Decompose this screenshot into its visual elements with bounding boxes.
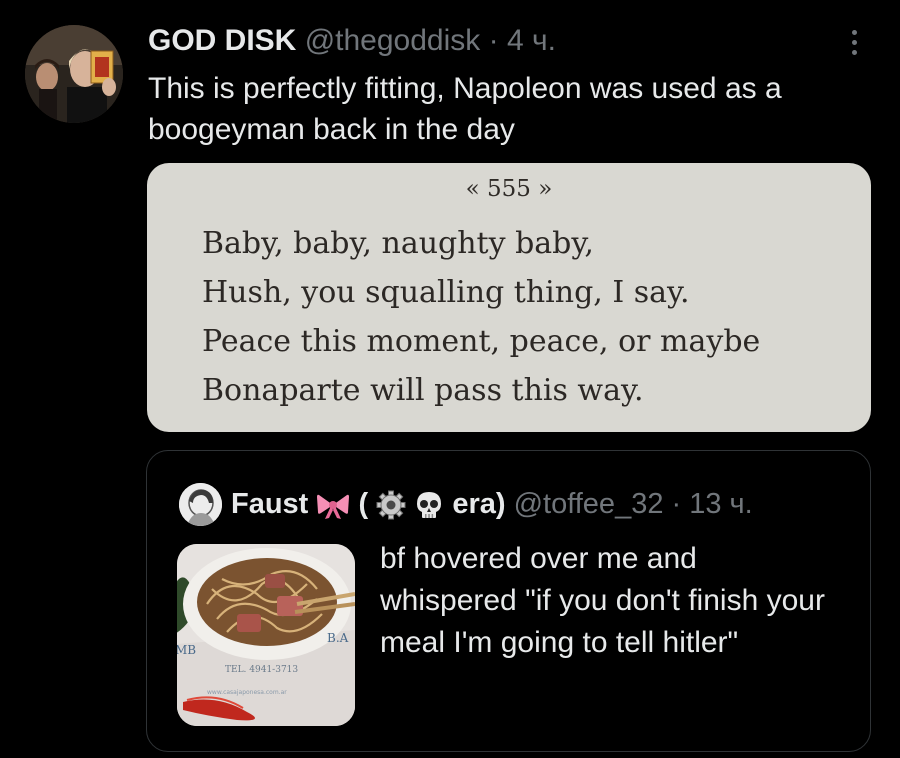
tweet-header: GOD DISK @thegoddisk · 4 ч. xyxy=(148,22,840,60)
tweet-text: This is perfectly fitting, Napoleon was … xyxy=(148,72,782,146)
poem-line: Hush, you squalling thing, I say. xyxy=(202,275,690,310)
thumb-url: www.casajaponesa.com.ar xyxy=(207,689,287,696)
quote-text: bf hovered over me and whispered "if you… xyxy=(380,542,825,659)
thumb-label-left: MB xyxy=(177,643,196,657)
author-handle[interactable]: @thegoddisk xyxy=(305,24,481,57)
noodle-bowl-photo: MB B.A TEL. 4941-3713 www.casajaponesa.c… xyxy=(177,544,355,726)
ribbon-icon xyxy=(317,495,350,520)
poem-line: Baby, baby, naughty baby, xyxy=(202,226,594,261)
quote-separator: · xyxy=(663,488,690,520)
quote-author-handle[interactable]: @toffee_32 xyxy=(514,488,664,520)
gear-icon xyxy=(376,490,406,520)
poem-line: Bonaparte will pass this way. xyxy=(202,373,644,408)
author-avatar[interactable] xyxy=(25,25,123,123)
page-number: « 555 » xyxy=(465,176,553,202)
thumb-label-right: B.A xyxy=(327,631,349,645)
avatar-photo-icon xyxy=(25,25,123,123)
tweet-time[interactable]: 4 ч. xyxy=(507,24,556,57)
more-options-icon[interactable] xyxy=(836,22,872,62)
quote-time[interactable]: 13 ч. xyxy=(689,488,752,520)
quote-media-thumbnail[interactable]: MB B.A TEL. 4941-3713 www.casajaponesa.c… xyxy=(177,544,355,726)
quote-name-suffix: era) xyxy=(452,488,506,520)
quote-avatar-icon xyxy=(179,483,222,526)
poem-line: Peace this moment, peace, or maybe xyxy=(202,324,761,359)
thumb-phone: TEL. 4941-3713 xyxy=(225,665,298,675)
skull-icon xyxy=(417,492,442,519)
quoted-tweet[interactable]: Faust (era) @toffee_32 · 13 ч. MB B.A T… xyxy=(146,450,871,752)
poem: Baby, baby, naughty baby, Hush, you squa… xyxy=(202,219,760,415)
header-separator: · xyxy=(480,24,507,57)
quote-header: Faust (era) @toffee_32 · 13 ч. xyxy=(231,486,753,522)
quote-author-name[interactable]: Faust xyxy=(231,488,308,520)
author-name[interactable]: GOD DISK xyxy=(148,24,296,57)
quote-author-avatar[interactable] xyxy=(179,483,222,526)
quote-name-paren: ( xyxy=(358,488,369,520)
tweet-media-image[interactable]: « 555 » Baby, baby, naughty baby, Hush, … xyxy=(147,163,871,432)
